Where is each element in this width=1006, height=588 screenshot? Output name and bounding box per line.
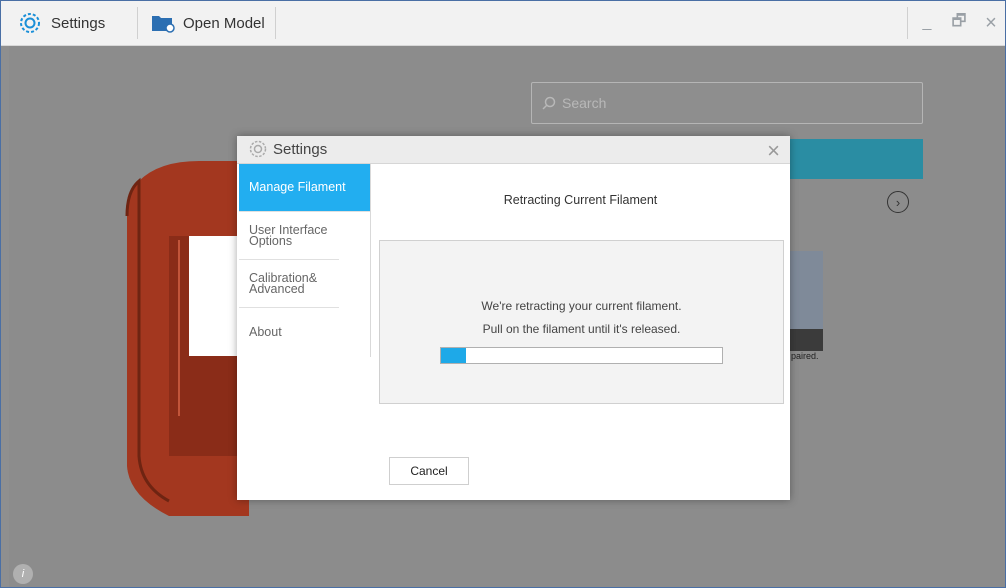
message-line-2: Pull on the filament until it's released… bbox=[482, 322, 681, 336]
open-model-label: Open Model bbox=[183, 14, 265, 32]
model-thumbnail[interactable] bbox=[789, 251, 823, 331]
content-title: Retracting Current Filament bbox=[503, 193, 658, 207]
open-model-button[interactable]: Open Model bbox=[151, 1, 265, 45]
search-field[interactable]: Search bbox=[531, 82, 923, 124]
settings-dialog: Settings × Manage Filament User Interfac… bbox=[237, 136, 790, 500]
cancel-button[interactable]: Cancel bbox=[389, 457, 469, 485]
search-icon bbox=[542, 96, 556, 110]
minimize-button[interactable]: _ bbox=[913, 11, 941, 35]
teal-banner bbox=[781, 139, 923, 179]
search-placeholder: Search bbox=[562, 95, 607, 111]
message-line-1: We're retracting your current filament. bbox=[481, 299, 682, 313]
sidebar-item-calibration-advanced[interactable]: Calibration& Advanced bbox=[239, 260, 339, 308]
app-window: Settings Open Model _ 🗗 × Search › paire… bbox=[0, 0, 1006, 588]
settings-button[interactable]: Settings bbox=[19, 1, 105, 45]
gear-icon bbox=[249, 140, 267, 158]
thumbnail-bar bbox=[789, 329, 823, 351]
divider bbox=[137, 7, 138, 39]
retract-status-panel: We're retracting your current filament. … bbox=[379, 240, 784, 404]
title-bar: Settings Open Model _ 🗗 × bbox=[1, 1, 1005, 46]
dialog-header: Settings × bbox=[237, 136, 790, 164]
dialog-close-icon[interactable]: × bbox=[767, 138, 780, 164]
divider bbox=[907, 7, 908, 39]
sidebar-item-user-interface-options[interactable]: User Interface Options bbox=[239, 212, 339, 260]
gear-icon bbox=[19, 12, 41, 34]
divider bbox=[275, 7, 276, 39]
next-arrow-icon[interactable]: › bbox=[887, 191, 909, 213]
settings-sidebar: Manage Filament User Interface Options C… bbox=[239, 164, 371, 357]
folder-icon bbox=[151, 13, 175, 33]
sidebar-item-about[interactable]: About bbox=[239, 308, 370, 356]
close-window-button[interactable]: × bbox=[977, 11, 1005, 35]
info-icon[interactable]: i bbox=[13, 564, 33, 584]
thumbnail-caption: paired. bbox=[791, 351, 819, 361]
retract-progress-bar bbox=[440, 347, 723, 364]
settings-label: Settings bbox=[51, 14, 106, 32]
sidebar-item-manage-filament[interactable]: Manage Filament bbox=[239, 164, 370, 212]
dialog-title: Settings bbox=[273, 141, 328, 158]
progress-fill bbox=[441, 348, 467, 363]
restore-button[interactable]: 🗗 bbox=[945, 11, 973, 35]
